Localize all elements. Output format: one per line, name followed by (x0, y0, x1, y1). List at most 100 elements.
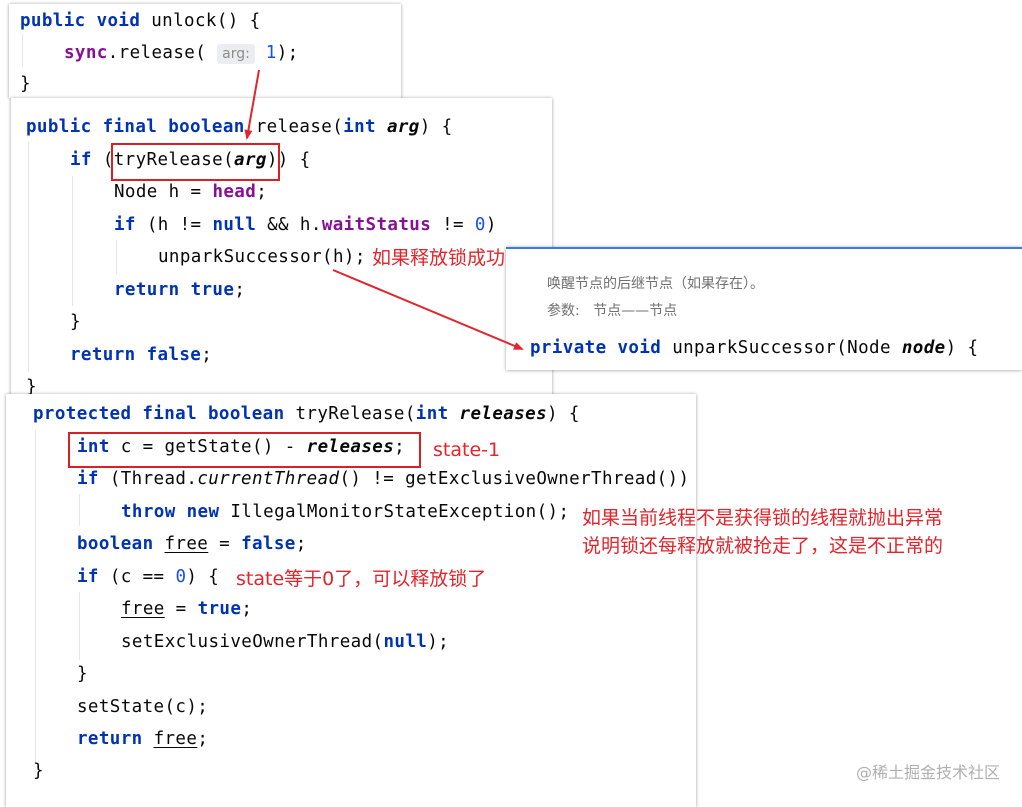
indent-guide (116, 240, 117, 274)
doc-signature-line: private void unparkSuccessor(Node node) … (530, 337, 978, 359)
punctuation: ; (201, 345, 213, 365)
keyword: boolean (168, 117, 245, 137)
if-thread-line: if (Thread.currentThread() != getExclusi… (77, 468, 689, 490)
variable: free (164, 534, 209, 554)
keyword: boolean (77, 534, 154, 554)
keyword: final (102, 117, 158, 137)
punctuation: ); (276, 43, 299, 63)
variable: free (121, 599, 165, 619)
keyword: void (617, 338, 662, 358)
keyword: return (70, 345, 136, 365)
return-false-line: return false; (70, 344, 212, 366)
method-name: release( (255, 117, 344, 137)
keyword: false (241, 534, 296, 554)
throw-note-line-1: 如果当前线程不是获得锁的线程就抛出异常 (582, 507, 944, 529)
number-literal: 1 (265, 43, 277, 63)
try-release-signature-line: protected final boolean tryRelease(int r… (33, 403, 580, 425)
keyword: if (77, 567, 99, 587)
indent-guide (79, 494, 80, 526)
method-name: tryRelease( (295, 404, 416, 424)
punctuation: ; (197, 729, 209, 749)
doc-params-label: 参数: (547, 303, 580, 319)
if-close-brace: } (70, 312, 81, 332)
operator: = (164, 599, 198, 619)
punctuation: ) (485, 215, 497, 235)
return-true-line: return true; (114, 279, 245, 301)
keyword: public (26, 117, 92, 137)
keyword: return (114, 280, 180, 300)
unlock-code-panel: public void unlock() { sync.release( arg… (9, 4, 401, 98)
indent-guide (22, 34, 23, 66)
unlock-close-brace: } (20, 74, 31, 94)
quick-doc-popup: 唤醒节点的后继节点（如果存在）。 参数: 节点——节点 private void… (506, 247, 1022, 370)
boolean-free-line: boolean free = false; (77, 533, 307, 555)
keyword: null (383, 632, 428, 652)
throw-note-line-2: 说明锁还每释放就被抢走了，这是不正常的 (582, 535, 944, 557)
keyword: void (96, 11, 141, 31)
unpark-successor-line: unparkSuccessor(h); (158, 247, 366, 267)
keyword: final (142, 404, 198, 424)
keyword: true (190, 280, 235, 300)
keyword: return (77, 729, 143, 749)
param-name: releases (459, 404, 548, 424)
expression: IllegalMonitorStateException(); (230, 502, 570, 522)
punctuation: ; (256, 182, 268, 202)
field-ref: head (212, 182, 257, 202)
method-name: unparkSuccessor(Node (672, 338, 902, 358)
indent-guide (72, 176, 73, 306)
param-name: node (901, 338, 946, 358)
field-ref: waitStatus (321, 215, 432, 235)
number-literal: 0 (175, 567, 187, 587)
method-name: unlock() { (151, 11, 261, 31)
param-hint: arg: (217, 44, 255, 64)
keyword: new (186, 502, 220, 522)
try-release-close-brace: } (33, 761, 44, 781)
keyword: throw (121, 502, 176, 522)
free-true-line: free = true; (121, 598, 252, 620)
keyword: protected (33, 404, 132, 424)
keyword: false (146, 345, 202, 365)
set-state-line: setState(c); (77, 697, 209, 717)
keyword: public (20, 11, 86, 31)
punctuation: ) { (419, 117, 453, 137)
expression: && h. (256, 215, 322, 235)
number-literal: 0 (474, 215, 486, 235)
declaration: Node h = (114, 182, 213, 202)
punctuation: ; (241, 599, 253, 619)
keyword: boolean (208, 404, 285, 424)
doc-params-value: 节点——节点 (593, 303, 678, 319)
unlock-signature-line: public void unlock() { (20, 10, 261, 32)
punctuation: ; (295, 534, 307, 554)
expression: (h != (146, 215, 213, 235)
indent-guide (79, 592, 80, 660)
set-owner-line: setExclusiveOwnerThread(null); (121, 631, 449, 653)
punctuation: ) { (547, 404, 580, 424)
watermark: @稀土掘金技术社区 (855, 763, 1000, 782)
node-h-line: Node h = head; (114, 181, 267, 203)
release-success-annotation: 如果释放锁成功 (372, 247, 506, 269)
keyword: null (212, 215, 257, 235)
keyword: if (77, 469, 99, 489)
method-call: setExclusiveOwnerThread( (121, 632, 384, 652)
punctuation: ); (427, 632, 450, 652)
state-zero-annotation: state等于0了，可以释放锁了 (236, 568, 487, 590)
release-signature-line: public final boolean release(int arg) { (26, 116, 453, 138)
keyword: true (197, 599, 242, 619)
expression: (Thread. (109, 469, 198, 489)
punctuation: ) { (945, 338, 979, 358)
if-waitstatus-line: if (h != null && h.waitStatus != 0) (114, 214, 497, 236)
keyword: int (415, 404, 449, 424)
static-method: currentThread (197, 469, 340, 489)
int-c-highlight-box (68, 432, 421, 468)
expression: (c == (109, 567, 176, 587)
variable: free (153, 729, 198, 749)
sync-release-line: sync.release( arg: 1); (64, 42, 299, 64)
keyword: private (530, 338, 607, 358)
operator: = (208, 534, 242, 554)
param-name: arg (386, 117, 420, 137)
if-close-brace: } (77, 664, 88, 684)
state-minus-one-annotation: state-1 (433, 439, 501, 461)
if-c-zero-line: if (c == 0) { (77, 566, 219, 588)
punctuation: ) { (186, 567, 220, 587)
keyword: int (343, 117, 376, 137)
